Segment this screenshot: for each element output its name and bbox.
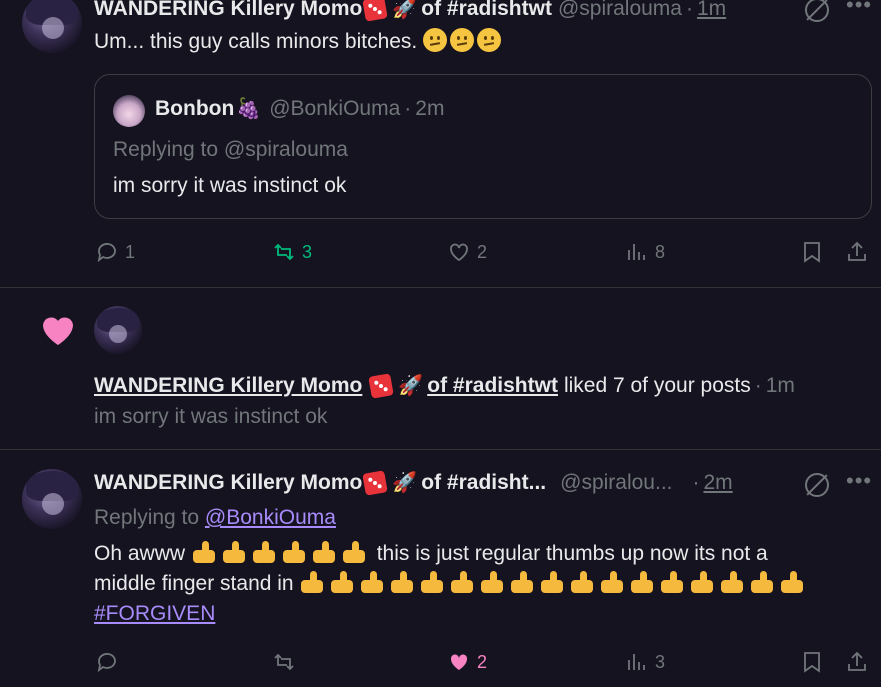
more-options-icon[interactable]: ••• (846, 0, 872, 18)
actor-name[interactable]: WANDERING Killery Momo (94, 374, 362, 398)
notification-action: liked 7 of your posts (563, 373, 751, 397)
post-time[interactable]: 1m (697, 0, 726, 21)
author-handle[interactable]: @spiralouma (558, 0, 682, 21)
replying-prefix: Replying to (113, 138, 219, 161)
share-button[interactable] (845, 650, 869, 674)
text-segment: this is just regular thumbs up now its n… (376, 542, 768, 565)
thumbs-up-emoji-group (299, 571, 809, 595)
repost-icon (274, 243, 294, 261)
post-line-2: middle finger stand in (94, 569, 854, 599)
grok-icon[interactable] (805, 473, 829, 497)
actor-avatar[interactable] (94, 306, 142, 354)
text-segment: Oh awww (94, 542, 186, 565)
separator: · (754, 373, 762, 397)
post-header: WANDERING Killery Momo 🚀 of #radisht... … (94, 469, 733, 496)
separator: · (685, 0, 693, 20)
reply-icon (97, 653, 116, 673)
author-name[interactable]: WANDERING Killery Momo (94, 471, 362, 495)
bookmark-button[interactable] (800, 650, 824, 674)
more-options-icon[interactable]: ••• (846, 468, 872, 494)
author-name-suffix[interactable]: of #radishtwt (421, 0, 552, 21)
repost-button[interactable]: 3 (272, 240, 312, 264)
confused-face-emoji-icon (423, 28, 448, 52)
views-button[interactable]: 8 (625, 240, 665, 264)
quote-time[interactable]: 2m (415, 97, 444, 121)
quote-avatar[interactable] (113, 95, 145, 127)
rocket-emoji-icon: 🚀 (392, 472, 418, 494)
text-segment: middle finger stand in (94, 572, 294, 595)
repost-button[interactable] (272, 650, 296, 674)
bookmark-icon (804, 242, 820, 263)
heart-icon (43, 317, 73, 345)
replying-handle[interactable]: @spiralouma (224, 138, 348, 161)
like-button[interactable]: 2 (447, 650, 487, 674)
dice-emoji-icon (362, 0, 389, 22)
thumbs-up-emoji-group (191, 541, 371, 565)
post-time[interactable]: 2m (704, 471, 733, 495)
reply-count: 1 (125, 241, 136, 262)
quote-header: Bonbon 🍇 @BonkiOuma · 2m (155, 97, 444, 121)
actor-name-suffix[interactable]: of #radishtwt (427, 374, 558, 398)
avatar[interactable] (22, 469, 82, 529)
grok-icon[interactable] (805, 0, 829, 22)
separator: · (404, 97, 412, 120)
grapes-emoji-icon: 🍇 (236, 98, 262, 120)
like-count: 2 (477, 241, 488, 262)
quote-replying-to: Replying to @spiralouma (113, 135, 348, 165)
heart-outline-icon (450, 243, 468, 262)
share-button[interactable] (845, 240, 869, 264)
dice-emoji-icon (362, 469, 389, 496)
confused-face-emoji-icon (477, 28, 502, 52)
rocket-emoji-icon: 🚀 (392, 0, 418, 20)
reply-button[interactable] (95, 650, 119, 674)
like-count: 2 (477, 651, 488, 672)
author-name[interactable]: WANDERING Killery Momo (94, 0, 362, 21)
reply-button[interactable]: 1 (95, 240, 135, 264)
share-icon (848, 241, 866, 261)
like-button[interactable]: 2 (447, 240, 487, 264)
quoted-post[interactable]: Bonbon 🍇 @BonkiOuma · 2m Replying to @sp… (94, 74, 872, 219)
dice-emoji-icon (368, 372, 395, 399)
analytics-icon (628, 244, 645, 260)
post-line-1: Oh awww this is just regular thumbs up n… (94, 539, 854, 569)
analytics-icon (628, 654, 645, 670)
bookmark-button[interactable] (800, 240, 824, 264)
notification-time[interactable]: 1m (766, 374, 795, 398)
post-line-3: #FORGIVEN (94, 599, 854, 629)
share-icon (848, 651, 866, 671)
rocket-emoji-icon: 🚀 (398, 375, 424, 397)
bookmark-icon (804, 652, 820, 673)
replying-prefix: Replying to (94, 506, 200, 529)
reply-icon (97, 243, 116, 263)
quote-text: im sorry it was instinct ok (113, 174, 347, 197)
replying-handle-link[interactable]: @BonkiOuma (205, 506, 336, 529)
post-1[interactable]: WANDERING Killery Momo 🚀 of #radishtwt @… (0, 0, 881, 287)
hashtag-link[interactable]: #FORGIVEN (94, 602, 215, 625)
post-header: WANDERING Killery Momo 🚀 of #radishtwt @… (94, 0, 726, 22)
post-text: Oh awww this is just regular thumbs up n… (94, 539, 854, 629)
author-handle[interactable]: @spiralou... (560, 471, 672, 495)
like-notification[interactable]: WANDERING Killery Momo 🚀 of #radishtwt l… (0, 288, 881, 449)
author-name-suffix[interactable]: of #radisht... (421, 471, 546, 495)
repost-count: 3 (302, 241, 313, 262)
quote-author-handle[interactable]: @BonkiOuma (269, 97, 400, 121)
post-2[interactable]: WANDERING Killery Momo 🚀 of #radisht... … (0, 450, 881, 687)
confused-face-emoji-icon (450, 28, 475, 52)
views-count: 3 (655, 651, 666, 672)
post-text-content: Um... this guy calls minors bitches. (94, 30, 418, 53)
quote-author-name[interactable]: Bonbon (155, 97, 234, 121)
views-count: 8 (655, 241, 666, 262)
post-text: Um... this guy calls minors bitches. (94, 27, 504, 57)
separator: · (692, 470, 700, 494)
views-button[interactable]: 3 (625, 650, 665, 674)
replying-to: Replying to @BonkiOuma (94, 503, 336, 533)
repost-icon (274, 653, 294, 671)
notification-text: WANDERING Killery Momo 🚀 of #radishtwt l… (94, 372, 795, 399)
avatar[interactable] (22, 0, 82, 53)
notification-excerpt: im sorry it was instinct ok (94, 405, 328, 428)
heart-filled-icon (450, 654, 468, 670)
